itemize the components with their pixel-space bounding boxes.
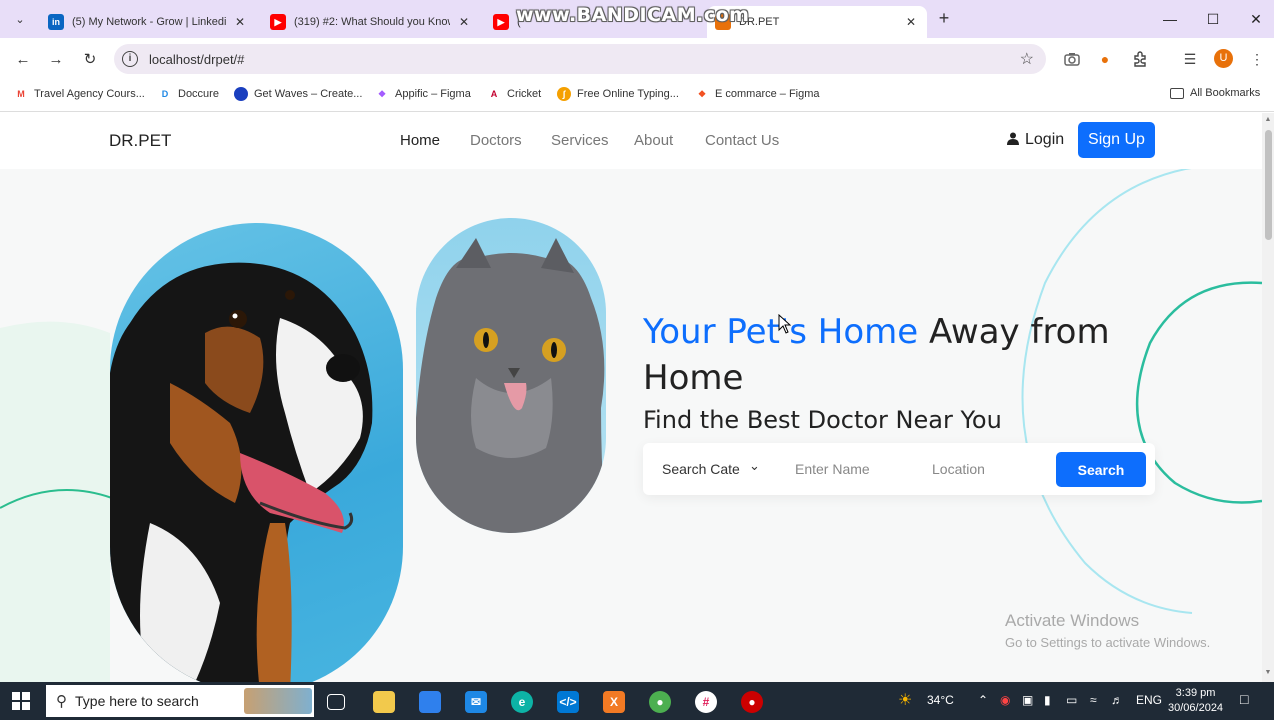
taskbar-search[interactable]: ⚲ Type here to search <box>46 685 314 717</box>
bookmark-item[interactable]: ❖ E commarce – Figma <box>695 87 820 101</box>
tab-linkedin[interactable]: in (5) My Network - Grow | Linkedin ✕ <box>40 6 256 38</box>
notifications-icon[interactable]: □ <box>1240 691 1248 707</box>
tab-strip: ⌄ in (5) My Network - Grow | Linkedin ✕ … <box>0 0 1274 38</box>
search-highlight-image <box>244 688 312 714</box>
slack-icon[interactable]: # <box>695 691 717 713</box>
figma-icon: ❖ <box>377 88 387 99</box>
close-tab-icon[interactable]: ✕ <box>232 15 248 29</box>
tray-chevron-icon[interactable]: ⌃ <box>978 693 988 707</box>
figma-icon: ❖ <box>697 88 707 99</box>
cat-image <box>416 218 606 533</box>
bandicam-watermark: www.BANDICAM.com <box>516 4 750 26</box>
camera-tray-icon[interactable]: ▣ <box>1022 693 1033 707</box>
bookmark-item[interactable]: A Cricket <box>487 87 541 101</box>
profile-avatar[interactable]: U <box>1214 49 1233 68</box>
typing-icon: ∫ <box>557 87 571 101</box>
page-viewport: DR.PET Home Doctors Services About Conta… <box>0 113 1262 682</box>
bookmark-item[interactable]: D Doccure <box>158 87 219 101</box>
gmail-icon: M <box>17 89 25 99</box>
maximize-icon[interactable]: ☐ <box>1193 6 1233 32</box>
xampp-icon[interactable]: X <box>603 691 625 713</box>
chevron-down-icon[interactable]: ⌄ <box>749 458 760 474</box>
minimize-icon[interactable]: — <box>1150 6 1190 32</box>
hero-title: Your Pet's Home Away from Home <box>643 312 1110 398</box>
chrome-icon[interactable]: ● <box>649 691 671 713</box>
system-clock[interactable]: 3:39 pm 30/06/2024 <box>1168 686 1223 716</box>
close-tab-icon[interactable]: ✕ <box>456 15 472 29</box>
doccure-icon: D <box>161 89 169 99</box>
back-icon[interactable]: ← <box>12 48 34 70</box>
dog-image <box>110 223 403 682</box>
search-icon: ⚲ <box>56 693 67 710</box>
all-bookmarks[interactable]: All Bookmarks <box>1170 87 1260 99</box>
folder-icon <box>1170 87 1184 99</box>
windows-taskbar: ⚲ Type here to search ✉ e </> X ● # ● ☀ … <box>0 682 1274 720</box>
user-icon <box>1007 132 1019 148</box>
page-scrollbar[interactable]: ▲ ▼ <box>1262 113 1274 682</box>
name-input[interactable] <box>795 456 910 482</box>
doctor-search-form: Search Cate ⌄ Search <box>643 443 1155 495</box>
sign-up-button[interactable]: Sign Up <box>1078 122 1155 158</box>
weather-icon[interactable]: ☀ <box>898 690 912 710</box>
mouse-cursor-icon <box>778 314 791 334</box>
language-indicator[interactable]: ENG <box>1136 693 1162 707</box>
mail-icon[interactable]: ✉ <box>465 691 487 713</box>
reload-icon[interactable]: ↻ <box>79 48 101 70</box>
bandicam-record-icon[interactable]: ● <box>741 691 763 713</box>
tab-youtube[interactable]: ▶ (319) #2: What Should you Know ✕ <box>262 6 480 38</box>
menu-kebab-icon[interactable]: ⋮ <box>1247 49 1267 69</box>
nav-about[interactable]: About <box>634 132 673 149</box>
bookmark-item[interactable]: M Travel Agency Cours... <box>14 87 145 101</box>
location-input[interactable] <box>932 456 1047 482</box>
hero-subtitle: Find the Best Doctor Near You <box>643 406 1002 434</box>
nav-contact-us[interactable]: Contact Us <box>705 132 779 149</box>
bookmark-item[interactable]: Get Waves – Create... <box>234 87 362 101</box>
new-tab-icon[interactable]: + <box>934 8 954 29</box>
scroll-down-icon[interactable]: ▼ <box>1264 669 1272 676</box>
linkedin-icon: in <box>48 14 64 30</box>
volume-icon[interactable]: ♬ <box>1111 693 1123 707</box>
site-info-icon[interactable]: i <box>122 51 138 67</box>
tab-search-chevron-icon[interactable]: ⌄ <box>8 8 32 30</box>
forward-icon[interactable]: → <box>45 48 67 70</box>
youtube-icon: ▶ <box>270 14 286 30</box>
youtube-icon: ▶ <box>493 14 509 30</box>
store-icon[interactable] <box>419 691 441 713</box>
record-tray-icon[interactable]: ◉ <box>1000 693 1010 707</box>
wifi-icon[interactable]: ≈ <box>1090 693 1097 707</box>
category-select[interactable]: Search Cate <box>662 461 740 477</box>
microphone-icon[interactable]: ▮ <box>1044 693 1051 707</box>
media-queue-icon[interactable]: ☰ <box>1180 49 1200 69</box>
search-button[interactable]: Search <box>1056 452 1146 487</box>
address-bar[interactable]: i localhost/drpet/# ☆ <box>114 44 1046 74</box>
site-navbar: DR.PET Home Doctors Services About Conta… <box>0 113 1262 169</box>
extension-fox-icon[interactable]: ● <box>1095 49 1115 69</box>
bookmark-star-icon[interactable]: ☆ <box>1020 49 1034 69</box>
bookmark-item[interactable]: ∫ Free Online Typing... <box>557 87 679 101</box>
close-tab-icon[interactable]: ✕ <box>903 15 919 29</box>
camera-icon[interactable] <box>1062 49 1082 69</box>
activate-windows-watermark: Activate Windows Go to Settings to activ… <box>1005 611 1211 650</box>
scrollbar-thumb[interactable] <box>1265 130 1272 240</box>
extensions-puzzle-icon[interactable] <box>1130 49 1150 69</box>
battery-icon[interactable]: ▭ <box>1066 693 1077 707</box>
nav-home[interactable]: Home <box>400 132 440 149</box>
site-logo[interactable]: DR.PET <box>109 131 171 151</box>
close-window-icon[interactable]: ✕ <box>1236 6 1274 32</box>
browser-toolbar: ← → ↻ i localhost/drpet/# ☆ ● ☰ U ⋮ <box>0 38 1274 80</box>
windows-start-icon[interactable] <box>12 692 30 710</box>
waves-icon <box>234 87 248 101</box>
vscode-icon[interactable]: </> <box>557 691 579 713</box>
edge-icon[interactable]: e <box>511 691 533 713</box>
angular-icon: A <box>490 89 498 99</box>
bookmarks-bar: M Travel Agency Cours... D Doccure Get W… <box>0 80 1274 112</box>
scroll-up-icon[interactable]: ▲ <box>1264 116 1272 123</box>
file-explorer-icon[interactable] <box>373 691 395 713</box>
task-view-icon[interactable] <box>327 694 345 710</box>
bookmark-item[interactable]: ❖ Appific – Figma <box>375 87 471 101</box>
nav-doctors[interactable]: Doctors <box>470 132 522 149</box>
weather-temp[interactable]: 34°C <box>927 693 954 707</box>
login-link[interactable]: Login <box>1007 131 1064 149</box>
nav-services[interactable]: Services <box>551 132 609 149</box>
